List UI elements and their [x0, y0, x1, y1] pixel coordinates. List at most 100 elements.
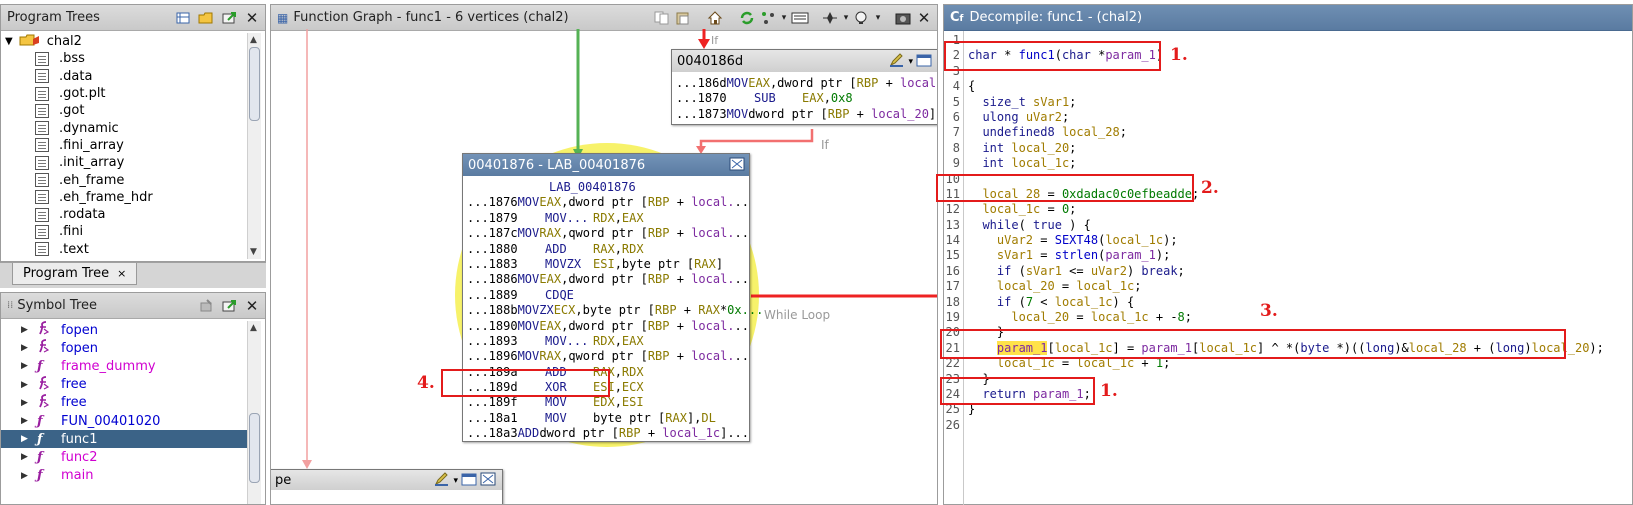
collapse-toggle-icon[interactable]: ▼: [5, 36, 13, 47]
expand-icon[interactable]: ▶: [21, 361, 28, 371]
tree-root-chal2[interactable]: ▼ chal2: [5, 33, 245, 50]
scroll-down-icon[interactable]: ▼: [250, 247, 257, 257]
edit-dropdown-icon[interactable]: ▾: [908, 57, 913, 67]
instruction-row[interactable]: ...18a1 MOV byte ptr [RAX],DL: [463, 411, 749, 426]
create-tree-icon[interactable]: [174, 9, 192, 26]
maximize-block-icon[interactable]: [480, 472, 496, 490]
open-folder-icon[interactable]: [197, 9, 215, 26]
tree-item-section[interactable]: .fini: [5, 223, 245, 240]
code-line[interactable]: 12 local_1c = 0;: [944, 202, 1632, 217]
symbol-row-selected[interactable]: ▶ ƒ func1: [1, 430, 249, 449]
instruction-row[interactable]: ...18a3 ADD dword ptr [RBP + local_1c]...: [463, 426, 749, 441]
scrollbar-thumb[interactable]: [249, 47, 260, 121]
instruction-row[interactable]: ...188b MOVZX ECX,byte ptr [RBP + RAX*0x..…: [463, 303, 763, 318]
export-symbols-icon[interactable]: [220, 297, 238, 314]
code-line[interactable]: 17 local_20 = local_1c;: [944, 279, 1632, 294]
program-trees-scrollbar[interactable]: ▲ ▼: [247, 33, 261, 259]
instruction-mnemonic: SUB: [754, 91, 776, 106]
symbol-row[interactable]: ▶ fopen: [1, 339, 249, 357]
tree-item-section[interactable]: .bss: [5, 50, 245, 67]
code-line[interactable]: 26: [944, 418, 1632, 433]
close-symbol-tree-icon[interactable]: ✕: [243, 297, 261, 315]
instruction-row[interactable]: ...1890 MOV EAX,dword ptr [RBP + local...: [463, 319, 749, 334]
tab-close-icon[interactable]: ×: [117, 267, 126, 280]
create-namespace-icon[interactable]: [197, 297, 215, 314]
code-line[interactable]: 15 sVar1 = strlen(param_1);: [944, 248, 1632, 263]
tree-item-section[interactable]: .fini_array: [5, 137, 245, 154]
instruction-row[interactable]: ...1873MOVdword ptr [RBP + local_20].: [672, 107, 937, 122]
expand-icon[interactable]: ▶: [21, 471, 28, 481]
scroll-up-icon[interactable]: ▲: [250, 323, 257, 333]
tree-item-section[interactable]: .data: [5, 68, 245, 85]
tree-item-section[interactable]: .rodata: [5, 206, 245, 223]
instruction-operands: byte ptr [RAX],DL: [593, 410, 716, 425]
tree-item-section[interactable]: .got.plt: [5, 85, 245, 102]
code-line[interactable]: 13 while( true ) {: [944, 218, 1632, 233]
instruction-row[interactable]: ...1883 MOVZX ESI,byte ptr [RAX]: [463, 257, 749, 272]
instruction-row[interactable]: ...186dMOVEAX,dword ptr [RBP + local.: [672, 76, 937, 91]
symbol-row[interactable]: ▶ ƒ frame_dummy: [1, 357, 249, 375]
symbol-row[interactable]: ▶ free: [1, 393, 249, 412]
code-line[interactable]: 7 undefined8 local_28;: [944, 125, 1632, 140]
instruction-row[interactable]: ...1896 MOV RAX,qword ptr [RBP + local...: [463, 349, 749, 364]
code-text: int local_1c;: [982, 156, 1077, 171]
code-line[interactable]: 4{: [944, 79, 1632, 94]
instruction-row[interactable]: ...1870 SUB EAX,0x8: [672, 91, 937, 106]
expand-icon[interactable]: ▶: [21, 380, 28, 390]
code-line[interactable]: 5 size_t sVar1;: [944, 95, 1632, 110]
edit-dropdown-icon[interactable]: ▾: [453, 476, 458, 486]
code-line[interactable]: 8 int local_20;: [944, 141, 1632, 156]
expand-icon[interactable]: ▶: [21, 343, 28, 353]
symbol-row[interactable]: ▶ ƒ func2: [1, 448, 249, 466]
instruction-address: ...18a3: [467, 426, 518, 441]
maximize-block-icon[interactable]: [729, 157, 745, 175]
graph-block-bottom[interactable]: pe ▾: [271, 469, 503, 504]
graph-block-lab-00401876[interactable]: 00401876 - LAB_00401876 LAB_00401876 ...…: [462, 153, 763, 442]
tab-program-tree[interactable]: Program Tree ×: [12, 263, 138, 285]
instruction-row[interactable]: ...187c MOV RAX,qword ptr [RBP + local...: [463, 226, 749, 241]
graph-block-0040186d[interactable]: 0040186d ▾ ...186d MOV EAX,dword ptr [RBP …: [671, 49, 937, 125]
edit-icon[interactable]: [434, 472, 450, 490]
decompiled-code[interactable]: 1 2 char * func1(char *param_1) 3 4{5 size_t…: [944, 33, 1632, 433]
maximize-block-icon[interactable]: [916, 54, 932, 71]
instruction-row[interactable]: ...1880 ADD RAX,RDX: [463, 242, 749, 257]
symbol-tree-scrollbar[interactable]: ▲: [247, 321, 261, 504]
code-line[interactable]: 18 if (7 < local_1c) {: [944, 295, 1632, 310]
symbol-row[interactable]: ▶ free: [1, 375, 249, 394]
instruction-row[interactable]: ...1893 MOV... RDX,EAX: [463, 334, 749, 349]
code-line[interactable]: 16 if (sVar1 <= uVar2) break;: [944, 264, 1632, 279]
tree-item-section[interactable]: .dynamic: [5, 119, 245, 136]
instruction-row[interactable]: ...189f MOV EDX,ESI: [463, 395, 749, 410]
instruction-row[interactable]: ...1886 MOV EAX,dword ptr [RBP + local...: [463, 272, 749, 287]
close-program-trees-icon[interactable]: ✕: [243, 9, 261, 27]
code-line[interactable]: 19 local_20 = local_1c + -8;: [944, 310, 1632, 325]
symbol-row[interactable]: ▶ ƒ FUN_00401020: [1, 412, 249, 430]
expand-icon[interactable]: ▶: [21, 434, 28, 444]
block-title: 00401876 - LAB_00401876: [468, 157, 646, 173]
tree-item-section[interactable]: .eh_frame: [5, 171, 245, 188]
instruction-mnemonic: ADD: [545, 241, 567, 256]
code-line[interactable]: 14 uVar2 = SEXT48(local_1c);: [944, 233, 1632, 248]
expand-icon[interactable]: ▶: [21, 416, 28, 426]
instruction-row[interactable]: ...1879 MOV... RDX,EAX: [463, 211, 749, 226]
restore-block-icon[interactable]: [461, 473, 477, 490]
code-line[interactable]: 9 int local_1c;: [944, 156, 1632, 171]
instruction-row[interactable]: ...1876 MOV EAX,dword ptr [RBP + local...: [463, 195, 749, 210]
expand-icon[interactable]: ▶: [21, 325, 28, 335]
tree-item-section[interactable]: .init_array: [5, 154, 245, 171]
section-file-icon: [35, 69, 49, 84]
scroll-up-icon[interactable]: ▲: [250, 35, 257, 45]
code-line[interactable]: 6 ulong uVar2;: [944, 110, 1632, 125]
expand-icon[interactable]: ▶: [21, 452, 28, 462]
instruction-row[interactable]: ...1889 CDQE: [463, 288, 749, 303]
symbol-row[interactable]: ▶ fopen: [1, 321, 249, 339]
tree-item-section[interactable]: .eh_frame_hdr: [5, 189, 245, 206]
edit-icon[interactable]: [889, 53, 905, 71]
annotation-label-1-return: 1.: [1100, 381, 1118, 401]
symbol-row[interactable]: ▶ ƒ main: [1, 467, 249, 485]
scrollbar-thumb[interactable]: [249, 413, 260, 483]
tree-item-section[interactable]: .text: [5, 241, 245, 258]
export-icon[interactable]: [220, 9, 238, 26]
tree-item-section[interactable]: .got: [5, 102, 245, 119]
expand-icon[interactable]: ▶: [21, 398, 28, 408]
